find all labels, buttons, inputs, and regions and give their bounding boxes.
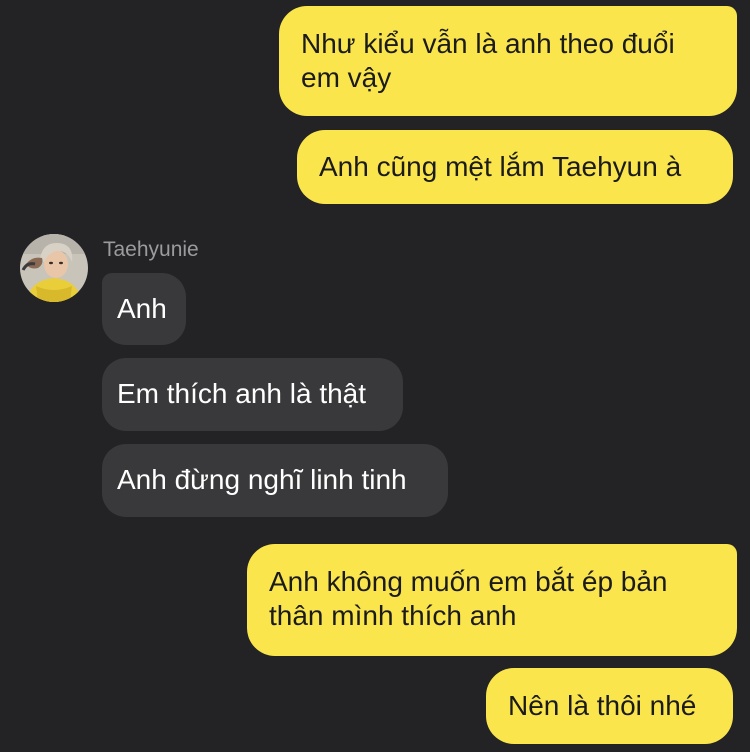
- message-bubble-incoming[interactable]: Em thích anh là thật: [102, 358, 403, 431]
- avatar[interactable]: [20, 234, 88, 302]
- message-bubble-outgoing[interactable]: Như kiểu vẫn là anh theo đuổi em vậy: [279, 6, 737, 116]
- message-bubble-incoming[interactable]: Anh đừng nghĩ linh tinh: [102, 444, 448, 517]
- message-bubble-outgoing[interactable]: Nên là thôi nhé: [486, 668, 733, 744]
- message-bubble-incoming[interactable]: Anh: [102, 273, 186, 345]
- message-bubble-outgoing[interactable]: Anh cũng mệt lắm Taehyun à: [297, 130, 733, 204]
- avatar-image: [20, 234, 88, 302]
- sender-name: Taehyunie: [103, 238, 199, 261]
- message-bubble-outgoing[interactable]: Anh không muốn em bắt ép bản thân mình t…: [247, 544, 737, 656]
